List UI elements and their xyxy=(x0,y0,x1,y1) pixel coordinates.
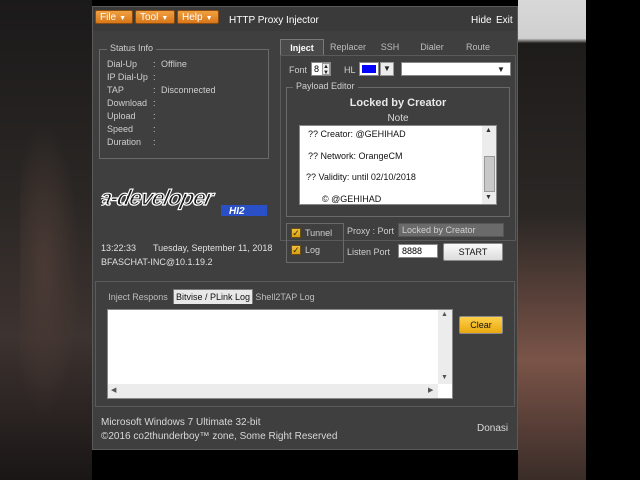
tunnel-label: Tunnel xyxy=(305,228,333,238)
status-separator: : xyxy=(153,85,156,95)
title-bar: File ▼ Tool ▼ Help ▼ HTTP Proxy Injector Hi… xyxy=(93,7,517,31)
scroll-right-icon[interactable]: ▶ xyxy=(428,386,433,394)
status-separator: : xyxy=(153,124,156,134)
menu-file[interactable]: File ▼ xyxy=(95,10,133,24)
proxy-port-field[interactable]: Locked by Creator xyxy=(398,223,504,237)
chevron-down-icon: ▼ xyxy=(497,65,505,74)
clock-time: 13:22:33 xyxy=(101,243,137,253)
tab-ssh[interactable]: SSH xyxy=(372,39,408,55)
scroll-up-icon[interactable]: ▲ xyxy=(441,311,448,318)
donate-link[interactable]: Donasi xyxy=(477,423,508,434)
status-info-title: Status Info xyxy=(107,43,157,53)
status-label: Speed xyxy=(107,124,134,134)
background-left xyxy=(0,0,92,480)
menu-help-label: Help xyxy=(182,12,203,23)
scroll-thumb[interactable] xyxy=(484,156,495,192)
font-label: Font xyxy=(289,65,308,75)
hl-color-swatch xyxy=(362,65,376,73)
payload-text-area[interactable]: ?? Creator: @GEHIHAD ?? Network: OrangeC… xyxy=(299,125,497,205)
tab-inject[interactable]: Inject xyxy=(280,39,324,55)
tab-bitvise-plink-log[interactable]: Bitvise / PLink Log xyxy=(173,289,253,304)
hide-button[interactable]: Hide xyxy=(471,15,492,26)
svg-text:HI2: HI2 xyxy=(229,206,245,217)
listen-port-field[interactable]: 8888 xyxy=(398,244,438,258)
status-label: Dial-Up xyxy=(107,59,138,69)
status-value: Disconnected xyxy=(161,85,216,95)
payload-line-copyright: © @GEHIHAD xyxy=(322,194,382,204)
payload-scrollbar[interactable]: ▲ ▼ xyxy=(482,126,496,204)
svg-text:a-developer: a-developer xyxy=(101,185,217,210)
listen-port-value: 8888 xyxy=(402,246,423,256)
payload-line-validity: ?? Validity: until 02/10/2018 xyxy=(306,172,416,182)
main-tabs: Inject Replacer SSH Dialer Route xyxy=(280,39,502,55)
log-checkbox[interactable]: ✓ xyxy=(291,245,301,255)
log-horizontal-scrollbar[interactable]: ◀ ▶ xyxy=(108,384,438,398)
menu-help[interactable]: Help ▼ xyxy=(177,10,219,24)
chevron-down-icon: ▼ xyxy=(205,15,213,22)
status-separator: : xyxy=(153,72,156,82)
log-text-area[interactable]: ▲ ▼ ◀ ▶ xyxy=(107,309,453,399)
proxy-port-value: Locked by Creator xyxy=(402,225,476,235)
copyright-text: ©2016 co2thunderboy™ zone, Some Right Re… xyxy=(101,431,338,442)
font-combo[interactable] xyxy=(401,62,511,76)
status-label: Upload xyxy=(107,111,136,121)
tab-replacer[interactable]: Replacer xyxy=(326,39,370,55)
note-label: Note xyxy=(387,113,409,124)
menu-tool-label: Tool xyxy=(140,12,159,23)
status-label: Download xyxy=(107,98,148,108)
status-label: IP Dial-Up xyxy=(107,72,148,82)
payload-line-creator: ?? Creator: @GEHIHAD xyxy=(308,129,406,139)
clear-button[interactable]: Clear xyxy=(459,316,503,334)
tab-dialer[interactable]: Dialer xyxy=(410,39,454,55)
locked-title: Locked by Creator xyxy=(349,97,447,109)
scroll-down-icon[interactable]: ▼ xyxy=(485,194,492,201)
status-separator: : xyxy=(153,137,156,147)
tunnel-checkbox[interactable]: ✓ xyxy=(291,228,301,238)
log-vertical-scrollbar[interactable]: ▲ ▼ xyxy=(438,310,452,384)
scroll-up-icon[interactable]: ▲ xyxy=(485,127,492,134)
hl-color-picker[interactable] xyxy=(359,62,379,76)
font-size-spinner[interactable]: ▲ ▼ xyxy=(322,63,330,76)
scroll-left-icon[interactable]: ◀ xyxy=(111,386,116,394)
tab-shell2tap-log[interactable]: Shell2TAP Log xyxy=(255,290,315,304)
payload-line-network: ?? Network: OrangeCM xyxy=(308,151,403,161)
clock-date: Tuesday, September 11, 2018 xyxy=(153,243,273,253)
chevron-down-icon: ▼ xyxy=(119,15,127,22)
exit-button[interactable]: Exit xyxy=(496,15,513,26)
status-label: TAP xyxy=(107,85,124,95)
proxy-port-label: Proxy : Port xyxy=(347,226,395,236)
font-size-value: 8 xyxy=(314,64,320,74)
app-window: File ▼ Tool ▼ Help ▼ HTTP Proxy Injector Hi… xyxy=(92,6,518,450)
status-separator: : xyxy=(153,98,156,108)
status-separator: : xyxy=(153,59,156,69)
tab-route[interactable]: Route xyxy=(456,39,500,55)
log-label: Log xyxy=(305,245,321,255)
menu-file-label: File xyxy=(100,12,117,23)
background-right xyxy=(518,0,640,480)
menu-tool[interactable]: Tool ▼ xyxy=(135,10,175,24)
payload-editor-title: Payload Editor xyxy=(293,81,358,91)
host-address: BFASCHAT-INC@10.1.19.2 xyxy=(101,257,213,267)
listen-port-label: Listen Port xyxy=(347,247,391,257)
status-value: Offline xyxy=(161,59,187,69)
start-button[interactable]: START xyxy=(443,243,503,261)
developer-logo: a-developer HI2 xyxy=(101,185,267,217)
scroll-down-icon[interactable]: ▼ xyxy=(441,374,448,381)
status-label: Duration xyxy=(107,137,142,147)
tab-inject-response[interactable]: Inject Respons xyxy=(105,290,171,304)
os-info: Microsoft Windows 7 Ultimate 32-bit xyxy=(101,417,261,428)
window-title: HTTP Proxy Injector xyxy=(229,15,319,26)
hl-label: HL xyxy=(344,65,356,75)
chevron-down-icon: ▼ xyxy=(161,15,169,22)
status-separator: : xyxy=(153,111,156,121)
hl-dropdown-button[interactable]: ▼ xyxy=(380,62,394,76)
